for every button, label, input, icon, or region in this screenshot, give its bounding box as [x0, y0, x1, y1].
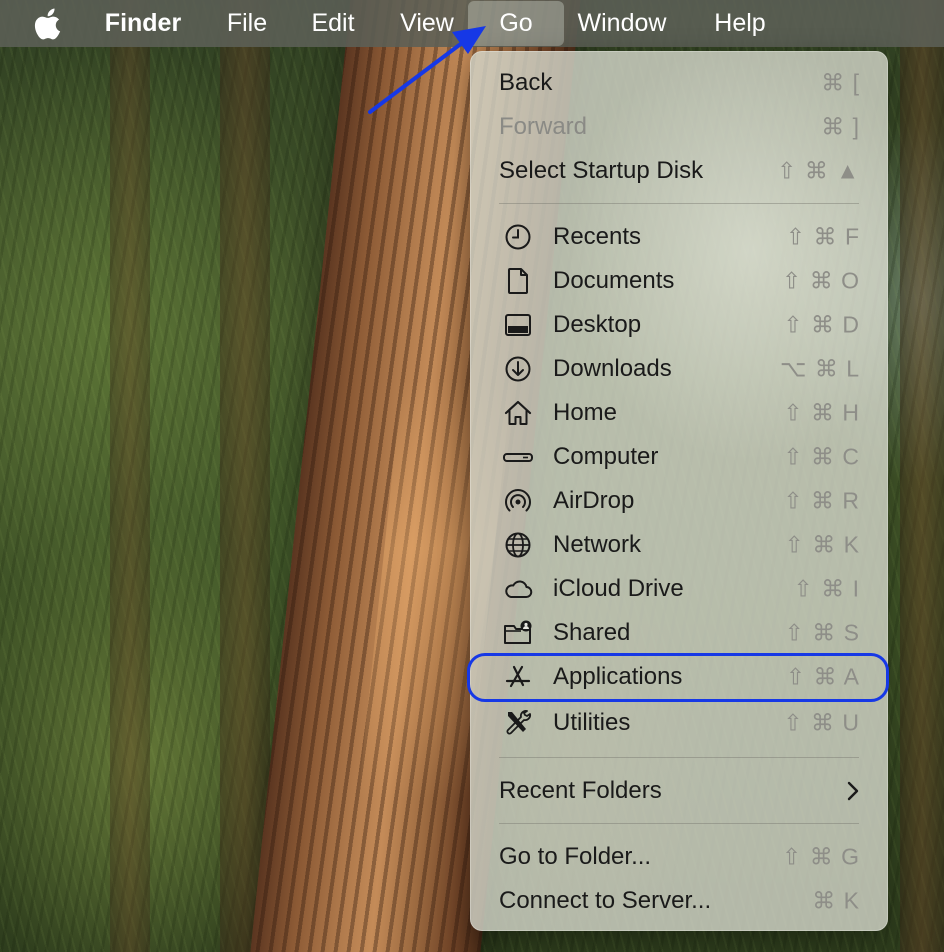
menu-item-downloads[interactable]: Downloads ⌥ ⌘ L [470, 347, 888, 391]
menu-finder[interactable]: Finder [95, 0, 191, 47]
document-icon [508, 268, 528, 294]
chevron-right-icon [847, 781, 859, 801]
menu-item-label: Computer [553, 443, 659, 470]
menu-item-label: Go to Folder... [499, 843, 652, 870]
menu-item-label: AirDrop [553, 487, 635, 514]
menu-item-desktop[interactable]: Desktop ⇧ ⌘ D [470, 303, 888, 347]
menu-help[interactable]: Help [702, 0, 778, 47]
menu-item-documents[interactable]: Documents ⇧ ⌘ O [470, 259, 888, 303]
menu-item-shortcut: ⇧ ⌘ I [793, 575, 860, 602]
menu-separator [499, 757, 859, 758]
menu-item-shortcut: ⇧ ⌘ C [783, 443, 860, 470]
menu-item-recents[interactable]: Recents ⇧ ⌘ F [470, 215, 888, 259]
menu-separator [499, 203, 859, 204]
menu-item-shortcut: ⇧ ⌘ R [783, 487, 860, 514]
menu-item-shared[interactable]: Shared ⇧ ⌘ S [470, 611, 888, 655]
pointer-arrow-icon [368, 26, 486, 114]
menu-item-label: Home [553, 399, 618, 426]
menu-item-go-to-folder[interactable]: Go to Folder... ⇧ ⌘ G [470, 835, 888, 879]
menu-item-home[interactable]: Home ⇧ ⌘ H [470, 391, 888, 435]
airdrop-icon [505, 489, 531, 512]
menu-item-utilities[interactable]: Utilities ⇧ ⌘ U [470, 701, 888, 745]
menu-item-back[interactable]: Back ⌘ [ [470, 61, 888, 105]
menu-item-label: Forward [499, 113, 588, 140]
menu-item-network[interactable]: Network ⇧ ⌘ K [470, 523, 888, 567]
utilities-icon [506, 710, 531, 735]
background-trunk [900, 0, 944, 952]
menu-item-recent-folders[interactable]: Recent Folders [470, 769, 888, 813]
menu-item-shortcut: ⇧ ⌘ G [782, 843, 860, 870]
menu-item-label: Network [553, 531, 642, 558]
menu-item-label: Connect to Server... [499, 887, 712, 914]
menu-item-shortcut: ⇧ ⌘ D [783, 311, 860, 338]
menu-item-shortcut: ⇧ ⌘ ▲ [777, 157, 860, 184]
menu-item-label: Select Startup Disk [499, 157, 704, 184]
background-trunk [110, 0, 150, 952]
menu-item-computer[interactable]: Computer ⇧ ⌘ C [470, 435, 888, 479]
menu-item-shortcut: ⇧ ⌘ U [783, 709, 860, 736]
globe-icon [505, 532, 531, 558]
menu-item-label: Documents [553, 267, 675, 294]
menu-item-label: iCloud Drive [553, 575, 684, 602]
menu-item-shortcut: ⌘ K [812, 887, 860, 914]
menu-file[interactable]: File [217, 0, 277, 47]
background-trunk [220, 0, 270, 952]
go-menu: Back ⌘ [ Forward ⌘ ] Select Startup Disk… [470, 51, 888, 931]
shared-folder-icon [504, 620, 532, 644]
menu-edit[interactable]: Edit [301, 0, 365, 47]
apple-icon[interactable] [34, 8, 64, 40]
computer-icon [503, 453, 533, 462]
home-icon [504, 400, 532, 425]
menu-separator [499, 823, 859, 824]
menu-item-shortcut: ⌘ ] [821, 113, 860, 140]
menu-item-label: Recents [553, 223, 642, 250]
menu-item-shortcut: ⌥ ⌘ L [779, 355, 860, 382]
menu-item-label: Utilities [553, 709, 631, 736]
menu-item-label: Desktop [553, 311, 642, 338]
menu-item-select-startup-disk[interactable]: Select Startup Disk ⇧ ⌘ ▲ [470, 149, 888, 193]
menu-item-icloud-drive[interactable]: iCloud Drive ⇧ ⌘ I [470, 567, 888, 611]
menu-item-airdrop[interactable]: AirDrop ⇧ ⌘ R [470, 479, 888, 523]
menu-item-label: Recent Folders [499, 777, 662, 804]
menu-window[interactable]: Window [567, 0, 677, 47]
download-icon [505, 356, 531, 382]
cloud-icon [505, 580, 533, 598]
clock-icon [505, 224, 531, 250]
menu-item-label: Shared [553, 619, 631, 646]
menu-item-forward: Forward ⌘ ] [470, 105, 888, 149]
desktop-icon [505, 314, 531, 336]
menu-item-shortcut: ⇧ ⌘ F [785, 223, 860, 250]
menu-item-shortcut: ⇧ ⌘ H [783, 399, 860, 426]
menu-item-shortcut: ⌘ [ [821, 69, 860, 96]
highlight-ring [467, 653, 889, 702]
menu-item-shortcut: ⇧ ⌘ K [784, 531, 860, 558]
menu-item-shortcut: ⇧ ⌘ S [784, 619, 860, 646]
menu-item-shortcut: ⇧ ⌘ O [782, 267, 860, 294]
menu-item-label: Downloads [553, 355, 672, 382]
menu-item-connect-to-server[interactable]: Connect to Server... ⌘ K [470, 879, 888, 923]
menu-item-label: Back [499, 69, 553, 96]
